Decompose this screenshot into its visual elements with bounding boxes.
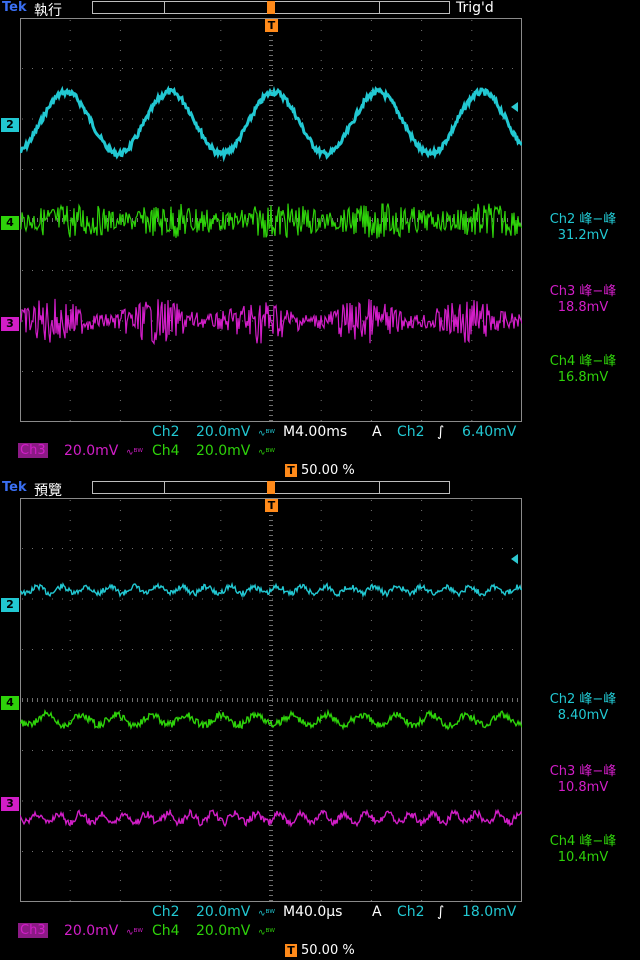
measurement-title: Ch3 峰−峰 bbox=[549, 284, 617, 299]
measurement-ch3: Ch3 峰−峰 10.8mV bbox=[530, 764, 636, 796]
trigger-marker-icon: T bbox=[285, 944, 297, 957]
trigger-status: Trig'd bbox=[456, 0, 494, 16]
graticule-dots bbox=[22, 500, 518, 901]
ch4-volts-div[interactable]: 20.0mV bbox=[196, 443, 250, 459]
trigger-marker-icon: T bbox=[285, 464, 297, 477]
measurement-value: 10.8mV bbox=[557, 780, 609, 795]
ch2-volts-div[interactable]: 20.0mV bbox=[196, 424, 250, 440]
ch2-ground-marker[interactable]: 2 bbox=[1, 118, 19, 132]
ch3-waveform bbox=[20, 808, 522, 828]
trigger-position-value: 50.00 % bbox=[301, 463, 355, 478]
trigger-marker-icon: T bbox=[265, 499, 278, 512]
waveform-display bbox=[20, 20, 522, 421]
bw-limit-icon: ∿ᴮᵂ bbox=[126, 448, 144, 458]
trigger-position[interactable]: T 50.00 % bbox=[285, 463, 355, 478]
scale-readout-row2: Ch3 20.0mV ∿ᴮᵂ Ch4 20.0mV ∿ᴮᵂ bbox=[0, 443, 640, 461]
ch4-volts-div[interactable]: 20.0mV bbox=[196, 923, 250, 939]
trigger-level-icon bbox=[511, 554, 518, 564]
ch4-ground-marker[interactable]: 4 bbox=[1, 696, 19, 710]
measurement-ch2: Ch2 峰−峰 31.2mV bbox=[530, 212, 636, 244]
ch3-volts-div[interactable]: 20.0mV bbox=[64, 443, 118, 459]
measurement-value: 16.8mV bbox=[557, 370, 609, 385]
status-bar: Tek 預覽 bbox=[0, 480, 640, 499]
trigger-position-icon bbox=[267, 481, 275, 494]
ch2-waveform bbox=[20, 85, 522, 163]
scale-readout-row1: Ch2 20.0mV ∿ᴮᵂ M40.0µs A Ch2 ∫ 18.0mV bbox=[0, 904, 640, 922]
bw-limit-icon: ∿ᴮᵂ bbox=[258, 429, 276, 439]
trigger-level-icon bbox=[511, 102, 518, 112]
brand-logo: Tek bbox=[2, 480, 27, 495]
status-bar: Tek 執行 Trig'd bbox=[0, 0, 640, 19]
measurement-ch3: Ch3 峰−峰 18.8mV bbox=[530, 284, 636, 316]
ch4-label[interactable]: Ch4 bbox=[152, 923, 180, 939]
trigger-level[interactable]: 6.40mV bbox=[462, 424, 516, 440]
measurement-ch2: Ch2 峰−峰 8.40mV bbox=[530, 692, 636, 724]
trigger-position[interactable]: T 50.00 % bbox=[285, 943, 355, 958]
ch3-label[interactable]: Ch3 bbox=[18, 923, 48, 938]
rising-edge-icon: ∫ bbox=[437, 904, 445, 920]
ch2-volts-div[interactable]: 20.0mV bbox=[196, 904, 250, 920]
measurement-value: 31.2mV bbox=[557, 228, 609, 243]
ch4-label[interactable]: Ch4 bbox=[152, 443, 180, 459]
ch2-label[interactable]: Ch2 bbox=[152, 424, 180, 440]
measurement-value: 10.4mV bbox=[557, 850, 609, 865]
measurement-title: Ch4 峰−峰 bbox=[549, 834, 617, 849]
rising-edge-icon: ∫ bbox=[437, 424, 445, 440]
measurement-value: 8.40mV bbox=[557, 708, 609, 723]
measurement-title: Ch4 峰−峰 bbox=[549, 354, 617, 369]
measurement-ch4: Ch4 峰−峰 10.4mV bbox=[530, 834, 636, 866]
timebase[interactable]: M4.00ms bbox=[283, 424, 347, 440]
bw-limit-icon: ∿ᴮᵂ bbox=[258, 909, 276, 919]
ch3-ground-marker[interactable]: 3 bbox=[1, 317, 19, 331]
trigger-position-icon bbox=[267, 1, 275, 14]
ch2-label[interactable]: Ch2 bbox=[152, 904, 180, 920]
measurement-title: Ch2 峰−峰 bbox=[549, 212, 617, 227]
bw-limit-icon: ∿ᴮᵂ bbox=[258, 448, 276, 458]
trigger-source[interactable]: Ch2 bbox=[397, 424, 425, 440]
ch3-label[interactable]: Ch3 bbox=[18, 443, 48, 458]
trigger-mode[interactable]: A bbox=[372, 424, 382, 440]
waveform-display bbox=[20, 500, 522, 901]
bw-limit-icon: ∿ᴮᵂ bbox=[126, 928, 144, 938]
bw-limit-icon: ∿ᴮᵂ bbox=[258, 928, 276, 938]
measurement-value: 18.8mV bbox=[557, 300, 609, 315]
ch3-ground-marker[interactable]: 3 bbox=[1, 797, 19, 811]
trigger-position-value: 50.00 % bbox=[301, 943, 355, 958]
trigger-marker-icon: T bbox=[265, 19, 278, 32]
trigger-level[interactable]: 18.0mV bbox=[462, 904, 516, 920]
measurement-title: Ch3 峰−峰 bbox=[549, 764, 617, 779]
brand-logo: Tek bbox=[2, 0, 27, 15]
scale-readout-row2: Ch3 20.0mV ∿ᴮᵂ Ch4 20.0mV ∿ᴮᵂ bbox=[0, 923, 640, 941]
acquisition-mode: 預覽 bbox=[34, 483, 62, 499]
trigger-source[interactable]: Ch2 bbox=[397, 904, 425, 920]
scale-readout-row1: Ch2 20.0mV ∿ᴮᵂ M4.00ms A Ch2 ∫ 6.40mV bbox=[0, 424, 640, 442]
scope-screen-top: Tek 執行 Trig'd T 2 4 3 Ch2 峰−峰 31.2mV Ch3… bbox=[0, 0, 640, 480]
measurement-ch4: Ch4 峰−峰 16.8mV bbox=[530, 354, 636, 386]
acquisition-mode: 執行 bbox=[34, 3, 62, 19]
timebase[interactable]: M40.0µs bbox=[283, 904, 342, 920]
ch4-waveform bbox=[20, 203, 522, 239]
ch4-ground-marker[interactable]: 4 bbox=[1, 216, 19, 230]
ch3-volts-div[interactable]: 20.0mV bbox=[64, 923, 118, 939]
ch2-ground-marker[interactable]: 2 bbox=[1, 598, 19, 612]
measurement-title: Ch2 峰−峰 bbox=[549, 692, 617, 707]
scope-screen-bottom: Tek 預覽 T 2 4 3 Ch2 峰−峰 8.40mV Ch3 峰−峰 10… bbox=[0, 480, 640, 960]
trigger-mode[interactable]: A bbox=[372, 904, 382, 920]
